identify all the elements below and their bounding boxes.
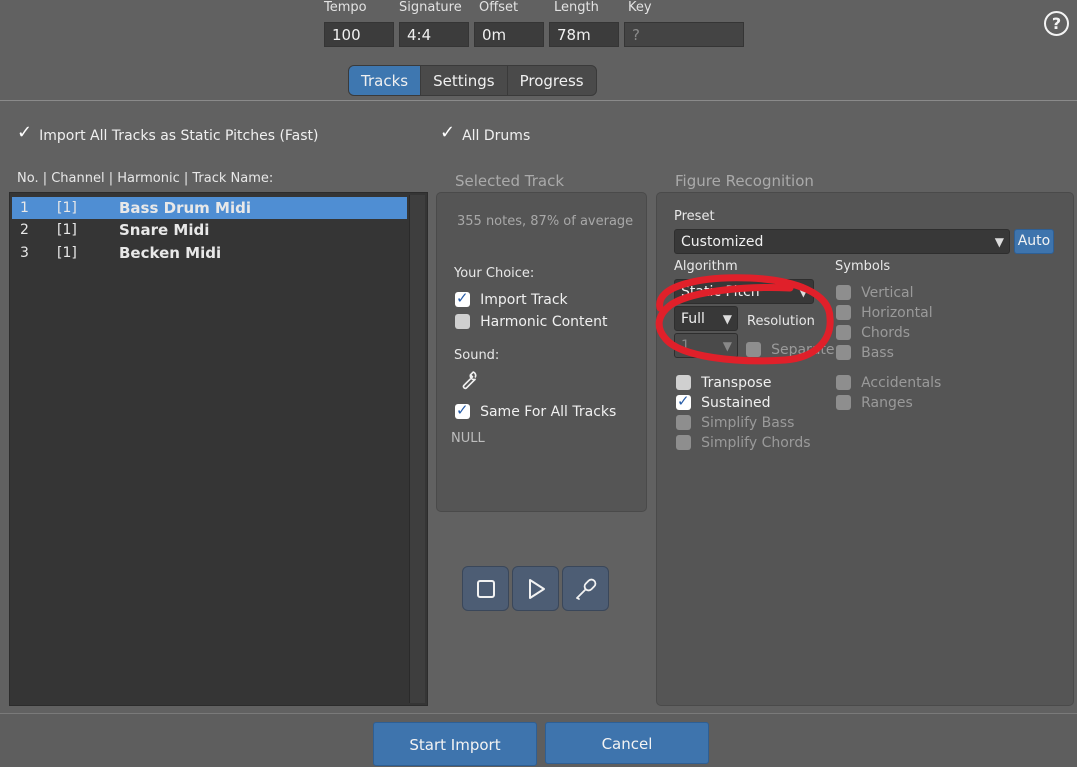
selected-track-title: Selected Track [455,172,565,190]
simplify-bass-label: Simplify Bass [701,415,795,431]
track-list[interactable]: 1 [1] Bass Drum Midi 2 [1] Snare Midi 3 … [9,192,428,706]
import-all-static-option[interactable]: Import All Tracks as Static Pitches (Fas… [17,124,319,144]
auto-button[interactable]: Auto [1014,229,1054,254]
length-field[interactable]: 78m [549,22,619,47]
ranges-checkbox[interactable] [836,395,851,410]
accidentals-checkbox[interactable] [836,375,851,390]
symbols-label: Symbols [835,259,891,274]
key-label: Key [628,0,652,15]
simplify-chords-label: Simplify Chords [701,435,811,451]
track-row[interactable]: 2 [1] Snare Midi [12,219,407,241]
chords-label: Chords [861,325,910,341]
same-for-all-checkbox[interactable] [455,401,470,419]
bass-label: Bass [861,345,894,361]
wrench-icon[interactable] [457,369,479,395]
vertical-option[interactable]: Vertical [836,282,914,301]
figure-recognition-title: Figure Recognition [675,172,814,190]
harmonic-content-checkbox[interactable] [455,314,470,329]
track-number: 1 [20,200,29,216]
track-row[interactable]: 3 [1] Becken Midi [12,242,407,264]
play-icon [528,578,545,599]
transpose-option[interactable]: Transpose [676,372,771,391]
vertical-label: Vertical [861,285,914,301]
record-button[interactable] [562,566,609,611]
track-number: 3 [20,245,29,261]
import-track-label: Import Track [480,292,568,308]
import-track-option[interactable]: Import Track [455,289,568,308]
tab-settings[interactable]: Settings [421,66,508,95]
sustained-label: Sustained [701,395,771,411]
horizontal-label: Horizontal [861,305,933,321]
tracklist-header: No. | Channel | Harmonic | Track Name: [17,171,274,186]
track-list-scrollbar[interactable] [409,195,425,703]
microphone-icon [575,578,596,600]
simplify-chords-option[interactable]: Simplify Chords [676,432,811,451]
cancel-button[interactable]: Cancel [545,722,709,764]
length-label: Length [554,0,599,15]
your-choice-label: Your Choice: [454,266,535,281]
transpose-label: Transpose [701,375,772,391]
footer-bar [0,713,1077,767]
chevron-down-icon: ▼ [994,235,1004,249]
horizontal-option[interactable]: Horizontal [836,302,933,321]
offset-field[interactable]: 0m [474,22,544,47]
track-row[interactable]: 1 [1] Bass Drum Midi [12,197,407,219]
stop-button[interactable] [462,566,509,611]
sound-value: NULL [451,431,485,446]
sound-label: Sound: [454,348,500,363]
same-for-all-label: Same For All Tracks [480,404,617,420]
chords-option[interactable]: Chords [836,322,910,341]
harmonic-content-label: Harmonic Content [480,314,608,330]
header-divider [0,100,1077,101]
track-stats: 355 notes, 87% of average [457,214,634,229]
preset-select[interactable]: Customized ▼ [674,229,1010,254]
help-icon[interactable]: ? [1044,11,1069,36]
harmonic-content-option[interactable]: Harmonic Content [455,311,608,330]
simplify-chords-checkbox[interactable] [676,435,691,450]
signature-field[interactable]: 4:4 [399,22,469,47]
preset-label: Preset [674,209,715,224]
track-name: Snare Midi [119,221,210,239]
start-import-button[interactable]: Start Import [373,722,537,766]
import-all-static-label: Import All Tracks as Static Pitches (Fas… [39,128,319,144]
tab-bar: Tracks Settings Progress [348,65,597,96]
track-channel: [1] [57,200,77,216]
track-name: Becken Midi [119,244,222,262]
all-drums-option[interactable]: All Drums [440,124,531,144]
same-for-all-option[interactable]: Same For All Tracks [455,401,616,420]
all-drums-checkbox[interactable] [440,124,455,143]
bass-option[interactable]: Bass [836,342,894,361]
all-drums-label: All Drums [462,128,531,144]
track-channel: [1] [57,222,77,238]
import-track-checkbox[interactable] [455,289,470,307]
preset-value: Customized [681,234,764,250]
key-field[interactable]: ? [624,22,744,47]
simplify-bass-option[interactable]: Simplify Bass [676,412,794,431]
ranges-option[interactable]: Ranges [836,392,913,411]
import-all-static-checkbox[interactable] [17,124,32,143]
transpose-checkbox[interactable] [676,375,691,390]
track-number: 2 [20,222,29,238]
sustained-checkbox[interactable] [676,392,691,410]
offset-label: Offset [479,0,519,15]
track-channel: [1] [57,245,77,261]
simplify-bass-checkbox[interactable] [676,415,691,430]
stop-icon [476,579,495,598]
tab-progress[interactable]: Progress [508,66,596,95]
red-annotation-circle [655,274,834,365]
tempo-field[interactable]: 100 [324,22,394,47]
play-button[interactable] [512,566,559,611]
sustained-option[interactable]: Sustained [676,392,770,411]
signature-label: Signature [399,0,462,15]
accidentals-label: Accidentals [861,375,942,391]
track-name: Bass Drum Midi [119,199,251,217]
accidentals-option[interactable]: Accidentals [836,372,941,391]
tempo-label: Tempo [324,0,367,15]
tab-tracks[interactable]: Tracks [349,66,422,95]
ranges-label: Ranges [861,395,913,411]
selected-track-panel: 355 notes, 87% of average Your Choice: I… [436,192,647,512]
